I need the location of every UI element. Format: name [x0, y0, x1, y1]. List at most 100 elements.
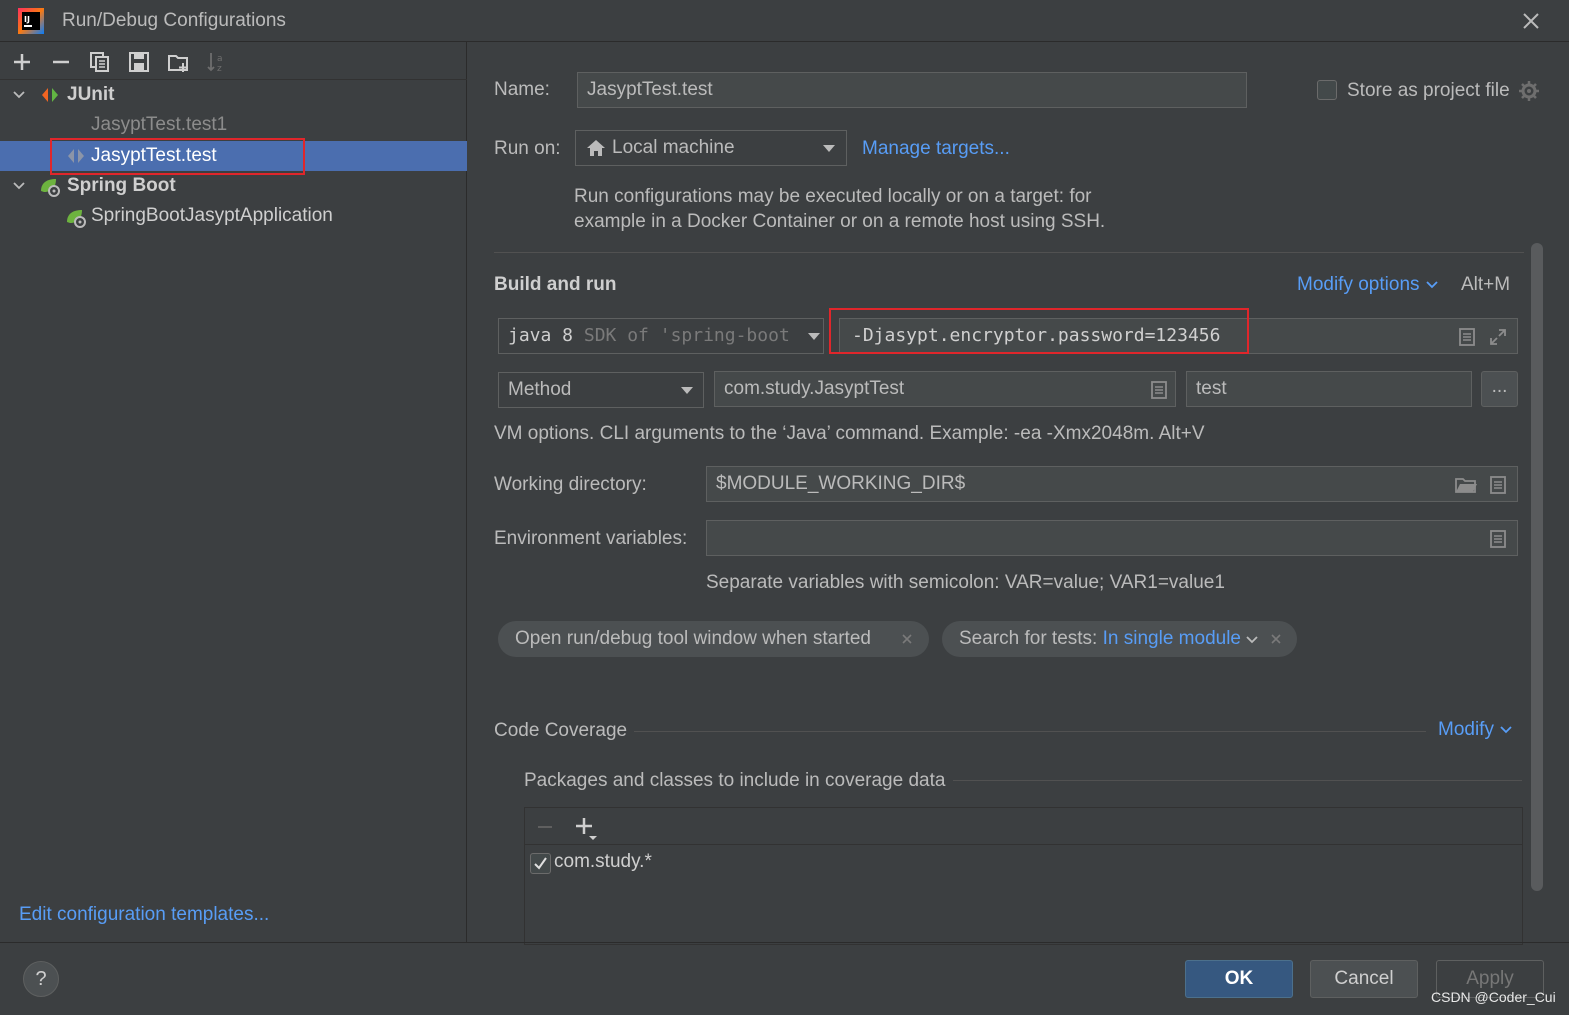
tree-item[interactable]: JasyptTest.test1	[0, 110, 467, 140]
environment-variables-label: Environment variables:	[494, 528, 688, 549]
highlight-box	[829, 308, 1249, 354]
manage-targets-link[interactable]: Manage targets...	[862, 138, 1010, 160]
edit-templates-link[interactable]: Edit configuration templates...	[19, 904, 269, 926]
footer-divider	[0, 942, 1569, 943]
chevron-down-icon[interactable]	[12, 179, 26, 193]
document-icon[interactable]	[1458, 327, 1476, 347]
chevron-down-icon	[1246, 636, 1258, 644]
chip-label: Open run/debug tool window when started	[515, 628, 871, 649]
environment-variables-input[interactable]	[706, 520, 1518, 556]
name-label: Name:	[494, 79, 550, 100]
cancel-button[interactable]: Cancel	[1310, 960, 1418, 998]
vm-options-hint: VM options. CLI arguments to the ‘Java’ …	[494, 423, 1205, 444]
tree-group-label: JUnit	[67, 84, 115, 105]
store-as-project-file-label: Store as project file	[1347, 80, 1510, 101]
scrollbar-thumb[interactable]	[1531, 243, 1543, 891]
coverage-entry-checkbox[interactable]	[530, 853, 551, 874]
tree-group-spring-boot[interactable]: Spring Boot	[0, 171, 467, 201]
modify-options-link[interactable]: Modify options	[1297, 274, 1439, 296]
coverage-modify-label: Modify	[1438, 719, 1494, 740]
remove-icon[interactable]	[535, 817, 555, 837]
dropdown-arrow-icon	[808, 333, 820, 340]
method-input[interactable]: test	[1186, 371, 1472, 407]
working-directory-label: Working directory:	[494, 474, 647, 495]
name-input[interactable]: JasyptTest.test	[577, 72, 1247, 108]
document-icon[interactable]	[1150, 380, 1168, 400]
gear-icon[interactable]	[1518, 80, 1540, 102]
remove-icon[interactable]	[49, 50, 73, 74]
jre-description: SDK of 'spring-boot	[583, 325, 790, 346]
folder-icon[interactable]	[1455, 475, 1477, 495]
watermark: CSDN @Coder_Cui	[1431, 989, 1556, 1005]
copy-icon[interactable]	[88, 50, 112, 74]
build-and-run-title: Build and run	[494, 274, 617, 295]
junit-icon	[42, 88, 58, 102]
tree-group-label: Spring Boot	[67, 175, 176, 196]
chip-label: Search for tests:	[959, 628, 1098, 649]
test-kind-value: Method	[508, 379, 572, 400]
close-icon	[1523, 13, 1539, 29]
configurations-toolbar: az	[0, 42, 467, 80]
divider	[494, 252, 1524, 253]
run-on-hint: example in a Docker Container or on a re…	[574, 211, 1106, 232]
add-icon[interactable]	[573, 815, 599, 841]
modify-options-shortcut: Alt+M	[1461, 274, 1511, 295]
jre-name: java 8	[508, 325, 574, 346]
environment-variables-hint: Separate variables with semicolon: VAR=v…	[706, 572, 1225, 593]
svg-text:IJ: IJ	[24, 15, 30, 24]
class-value: com.study.JasyptTest	[724, 378, 905, 399]
search-scope-value[interactable]: In single module	[1103, 628, 1241, 649]
help-button[interactable]: ?	[23, 961, 59, 997]
chevron-down-icon[interactable]	[12, 88, 26, 102]
dropdown-arrow-icon	[823, 145, 835, 152]
home-icon	[587, 140, 605, 156]
close-button[interactable]	[1516, 8, 1546, 36]
close-icon[interactable]	[901, 633, 913, 645]
open-tool-window-chip[interactable]: Open run/debug tool window when started	[498, 621, 929, 657]
search-for-tests-chip[interactable]: Search for tests: In single module	[942, 621, 1297, 657]
spring-boot-app-icon	[67, 210, 86, 228]
code-coverage-title: Code Coverage	[494, 720, 628, 741]
document-icon[interactable]	[1489, 529, 1507, 549]
divider	[634, 731, 1426, 732]
test-kind-select[interactable]: Method	[498, 372, 704, 408]
tree-item-label: JasyptTest.test1	[91, 114, 228, 135]
spring-boot-icon	[41, 179, 60, 197]
svg-text:z: z	[217, 64, 222, 74]
checkmark-icon	[534, 857, 547, 870]
modify-options-label: Modify options	[1297, 274, 1420, 295]
svg-text:a: a	[217, 54, 223, 64]
run-on-label: Run on:	[494, 138, 561, 159]
chevron-down-icon	[1500, 726, 1512, 734]
window-title: Run/Debug Configurations	[62, 10, 286, 31]
store-as-project-file-checkbox[interactable]	[1317, 80, 1337, 100]
class-input[interactable]: com.study.JasyptTest	[714, 371, 1176, 407]
tree-item-label: SpringBootJasyptApplication	[91, 205, 333, 226]
chevron-down-icon	[1426, 281, 1438, 289]
highlight-box	[50, 138, 305, 175]
tree-item[interactable]: SpringBootJasyptApplication	[0, 201, 467, 231]
coverage-toolbar	[525, 808, 1522, 845]
coverage-list: com.study.*	[524, 807, 1523, 945]
run-on-select[interactable]: Local machine	[575, 130, 847, 166]
add-icon[interactable]	[10, 50, 34, 74]
close-icon[interactable]	[1270, 633, 1282, 645]
coverage-entry[interactable]: com.study.*	[530, 851, 1430, 881]
run-on-hint: Run configurations may be executed local…	[574, 186, 1092, 207]
expand-icon[interactable]	[1488, 327, 1508, 347]
tree-group-junit[interactable]: JUnit	[0, 80, 467, 110]
intellij-logo-icon: IJ	[18, 8, 44, 34]
coverage-modify-link[interactable]: Modify	[1438, 719, 1513, 741]
ok-button[interactable]: OK	[1185, 960, 1293, 998]
coverage-entry-label: com.study.*	[554, 851, 652, 872]
document-icon[interactable]	[1489, 475, 1507, 495]
working-directory-value: $MODULE_WORKING_DIR$	[716, 473, 966, 494]
working-directory-input[interactable]: $MODULE_WORKING_DIR$	[706, 466, 1518, 502]
divider	[953, 780, 1522, 781]
sort-icon[interactable]: az	[205, 50, 229, 74]
jre-select[interactable]: java 8 SDK of 'spring-boot	[498, 318, 824, 354]
new-folder-icon[interactable]	[167, 50, 191, 74]
save-icon[interactable]	[127, 50, 151, 74]
browse-button[interactable]: ...	[1481, 371, 1518, 407]
coverage-packages-title: Packages and classes to include in cover…	[524, 770, 946, 791]
